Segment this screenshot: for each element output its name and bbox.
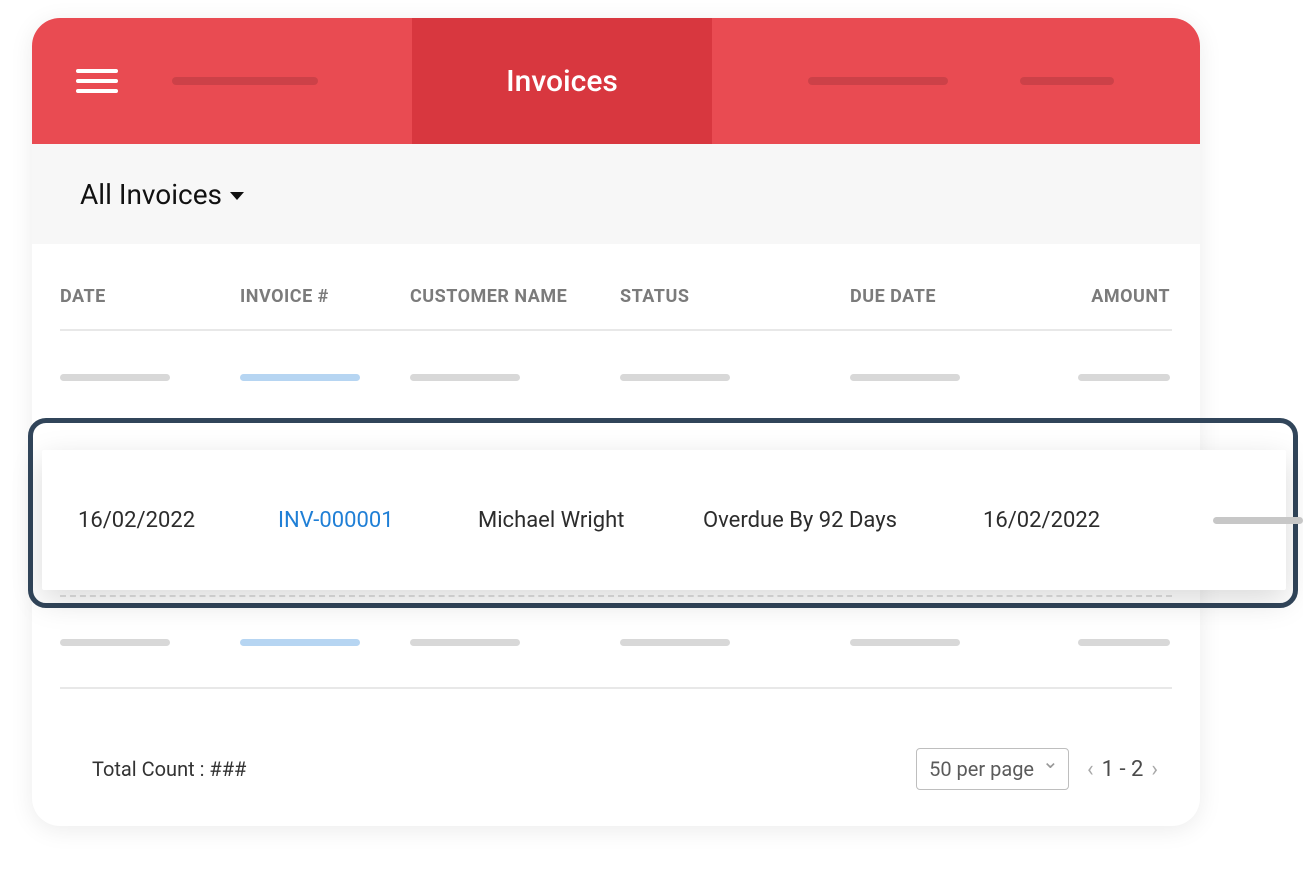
app-header: Invoices [32,18,1200,144]
cell-placeholder [1078,639,1170,646]
caret-down-icon [230,192,244,200]
cell-placeholder [240,639,360,646]
highlighted-invoice-row[interactable]: 16/02/2022 INV-000001 Michael Wright Ove… [42,450,1286,590]
cell-placeholder [850,374,960,381]
cell-placeholder [410,639,520,646]
col-customer[interactable]: CUSTOMER NAME [410,286,620,307]
tab-invoices-label: Invoices [506,64,618,99]
table-header-row: DATE INVOICE # CUSTOMER NAME STATUS DUE … [60,254,1172,331]
filter-dropdown[interactable]: All Invoices [80,178,244,211]
pager: ‹ 1 - 2 › [1087,757,1158,782]
col-date[interactable]: DATE [60,286,240,307]
highlighted-row-wrap: 16/02/2022 INV-000001 Michael Wright Ove… [42,450,1286,590]
header-right [712,18,1200,144]
col-invoice[interactable]: INVOICE # [240,286,410,307]
prev-page-button[interactable]: ‹ [1087,757,1094,782]
cell-placeholder [620,639,730,646]
col-due-date[interactable]: DUE DATE [850,286,1050,307]
cell-date: 16/02/2022 [78,508,278,533]
footer-right: 50 per page ‹ 1 - 2 › [916,748,1158,790]
cell-amount [1173,517,1303,524]
cell-placeholder [620,374,730,381]
tab-invoices[interactable]: Invoices [412,18,712,144]
cell-status: Overdue By 92 Days [703,508,983,533]
cell-placeholder [1078,374,1170,381]
table-footer: Total Count : ### 50 per page ‹ 1 - 2 › [92,748,1158,790]
header-tab-placeholder[interactable] [808,77,948,85]
header-tab-placeholder[interactable] [1020,77,1114,85]
table-row[interactable] [60,331,1172,425]
filter-dropdown-label: All Invoices [80,178,222,211]
page-range: 1 - 2 [1102,757,1144,782]
col-amount[interactable]: AMOUNT [1050,286,1170,307]
cell-placeholder [850,639,960,646]
app-card: Invoices All Invoices DATE INVOICE # CUS… [32,18,1200,826]
total-count-label: Total Count : ### [92,757,246,781]
cell-invoice-number[interactable]: INV-000001 [278,508,478,533]
header-tab-placeholder[interactable] [172,77,318,85]
filter-bar: All Invoices [32,144,1200,244]
cell-placeholder [60,374,170,381]
cell-due-date: 16/02/2022 [983,508,1173,533]
table-row[interactable] [60,595,1172,689]
col-status[interactable]: STATUS [620,286,850,307]
cell-placeholder [240,374,360,381]
cell-placeholder [410,374,520,381]
next-page-button[interactable]: › [1151,757,1158,782]
header-left [32,18,412,144]
cell-placeholder [1213,517,1303,524]
per-page-dropdown[interactable]: 50 per page [916,748,1069,790]
cell-placeholder [60,639,170,646]
cell-customer-name: Michael Wright [478,508,703,533]
menu-icon[interactable] [76,69,118,93]
chevron-down-icon [1042,762,1056,776]
per-page-label: 50 per page [929,757,1034,781]
